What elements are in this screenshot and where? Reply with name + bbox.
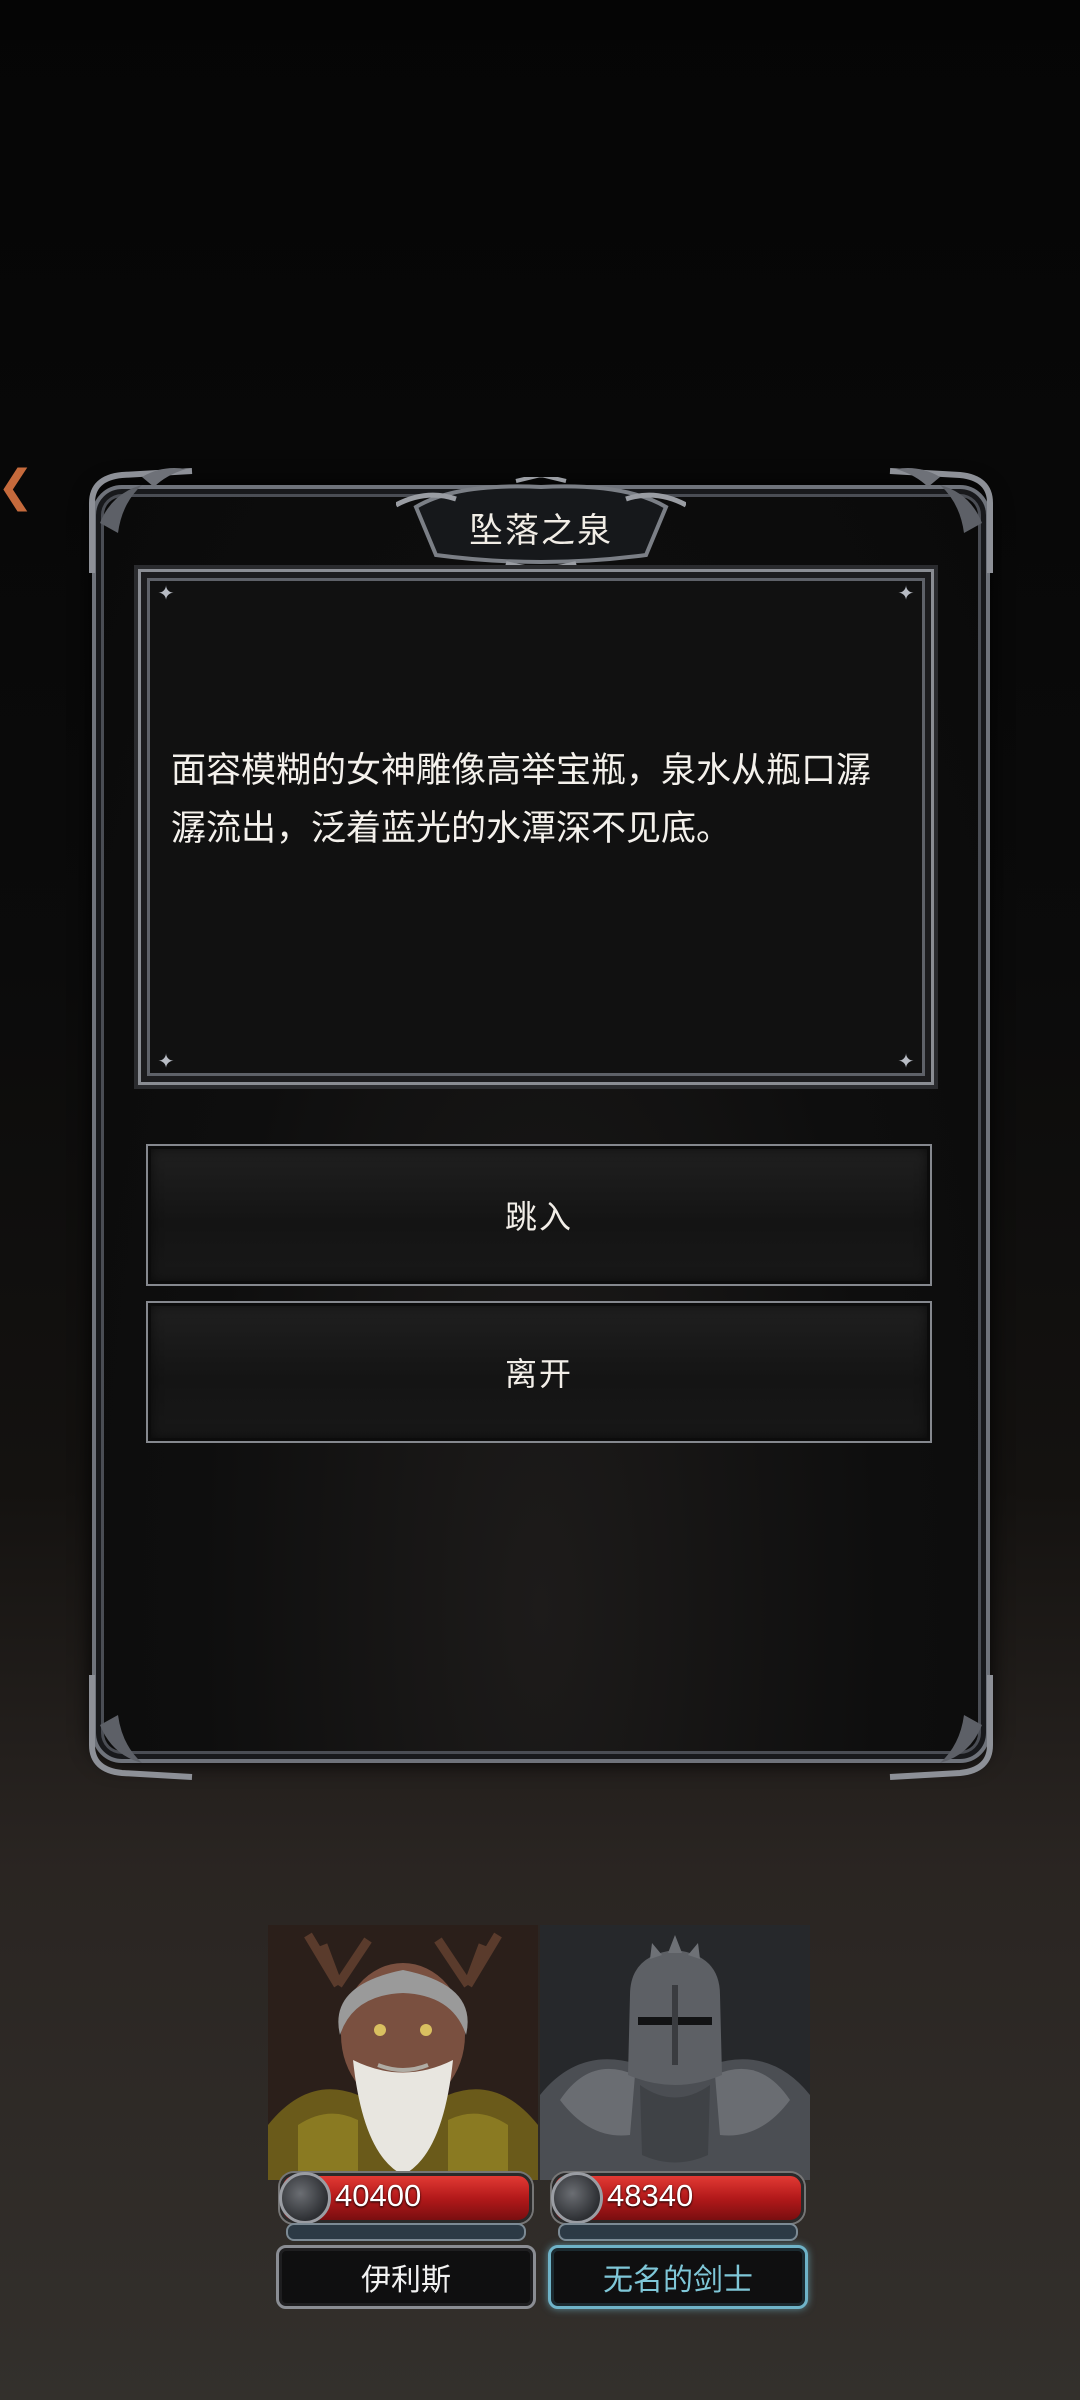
hp-value: 48340 (607, 2178, 694, 2213)
ornament-corner-icon (889, 468, 993, 573)
event-description: 面容模糊的女神雕像高举宝瓶，泉水从瓶口潺潺流出，泛着蓝光的水潭深不见底。 (171, 751, 872, 849)
hero-name: 伊利斯 (276, 2245, 536, 2309)
armored-knight-portrait (540, 1925, 810, 2180)
antlered-elder-portrait (268, 1925, 538, 2180)
option-label: 离开 (504, 1355, 573, 1393)
ornament-corner-icon (89, 468, 193, 573)
hp-value: 40400 (335, 2178, 422, 2213)
option-leave-button[interactable]: 离开 (146, 1301, 932, 1443)
sparkle-icon: ✦ (897, 1049, 915, 1073)
hero-name: 无名的剑士 (548, 2245, 808, 2309)
option-jump-in-button[interactable]: 跳入 (146, 1144, 932, 1286)
ornament-corner-icon (89, 1675, 193, 1780)
sparkle-icon: ✦ (157, 1049, 175, 1073)
hp-bar: 40400 (279, 2172, 532, 2224)
energy-bar (286, 2223, 526, 2241)
option-label: 跳入 (504, 1198, 573, 1236)
sparkle-icon: ✦ (157, 581, 175, 605)
event-title: 坠落之泉 (469, 511, 613, 551)
sword-icon (551, 2172, 603, 2224)
energy-bar (558, 2223, 798, 2241)
ornament-corner-icon (889, 1675, 993, 1780)
title-plate: 坠落之泉 (396, 477, 686, 569)
description-panel: ✦ ✦ ✦ ✦ 面容模糊的女神雕像高举宝瓶，泉水从瓶口潺潺流出，泛着蓝光的水潭深… (138, 569, 934, 1085)
edge-arrow-icon[interactable]: ❯ (0, 461, 34, 512)
sword-icon (279, 2172, 331, 2224)
party-bar: 40400 伊利斯 48340 无名的剑士 (268, 1925, 812, 2311)
sparkle-icon: ✦ (897, 581, 915, 605)
hp-bar: 48340 (551, 2172, 804, 2224)
event-dialog: 坠落之泉 ✦ ✦ ✦ ✦ 面容模糊的女神雕像高举宝瓶，泉水从瓶口潺潺流出，泛着蓝… (89, 468, 993, 1780)
hero-card-yilisi[interactable]: 40400 伊利斯 (268, 1925, 538, 2311)
hero-card-nameless-swordsman[interactable]: 48340 无名的剑士 (540, 1925, 810, 2311)
